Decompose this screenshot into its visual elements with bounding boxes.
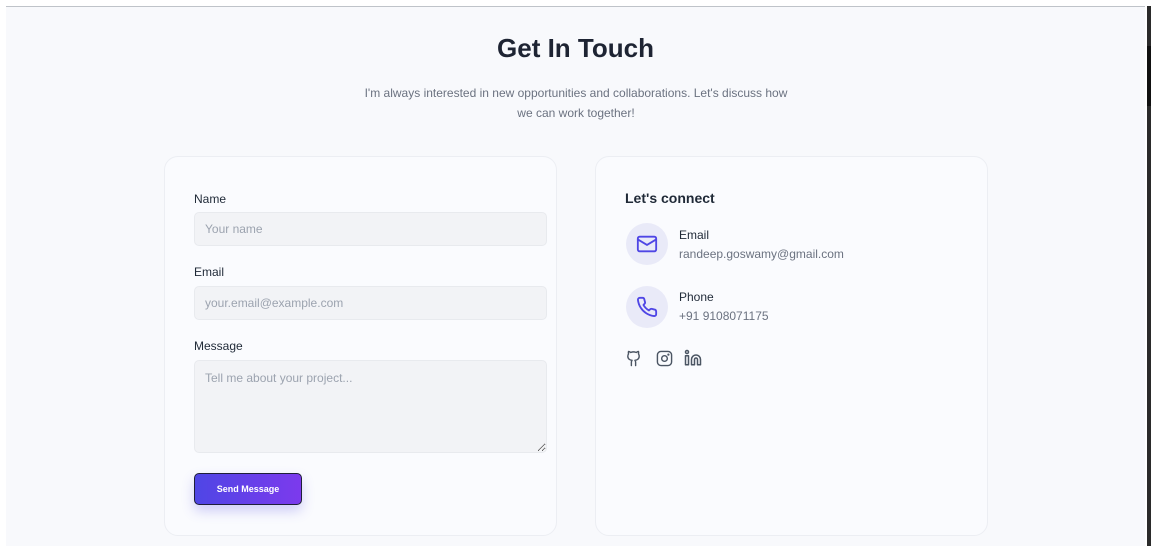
mail-icon <box>626 223 668 265</box>
instagram-icon[interactable] <box>654 348 674 368</box>
email-contact-label: Email <box>679 228 710 242</box>
contact-info-card: Let's connect Email randeep.goswamy@gmai… <box>595 156 988 536</box>
section-subtitle: I'm always interested in new opportuniti… <box>364 86 788 120</box>
name-input[interactable] <box>194 212 547 246</box>
email-input[interactable] <box>194 286 547 320</box>
github-icon[interactable] <box>623 348 643 368</box>
contact-section: Get In Touch I'm always interested in ne… <box>6 6 1145 546</box>
message-label: Message <box>194 339 243 353</box>
phone-contact-value: +91 9108071175 <box>679 309 769 323</box>
name-label: Name <box>194 192 227 206</box>
linkedin-icon[interactable] <box>683 348 703 368</box>
send-message-button[interactable]: Send Message <box>194 473 302 505</box>
phone-contact-label: Phone <box>679 290 714 304</box>
contact-form-card: Name Email Message Send Message <box>164 156 557 536</box>
section-title: Get In Touch <box>497 33 654 63</box>
message-textarea[interactable] <box>194 360 547 453</box>
email-label: Email <box>194 265 225 279</box>
connect-title: Let's connect <box>625 190 715 206</box>
window-edge <box>1147 6 1151 546</box>
phone-icon <box>626 286 668 328</box>
email-contact-value: randeep.goswamy@gmail.com <box>679 247 844 261</box>
